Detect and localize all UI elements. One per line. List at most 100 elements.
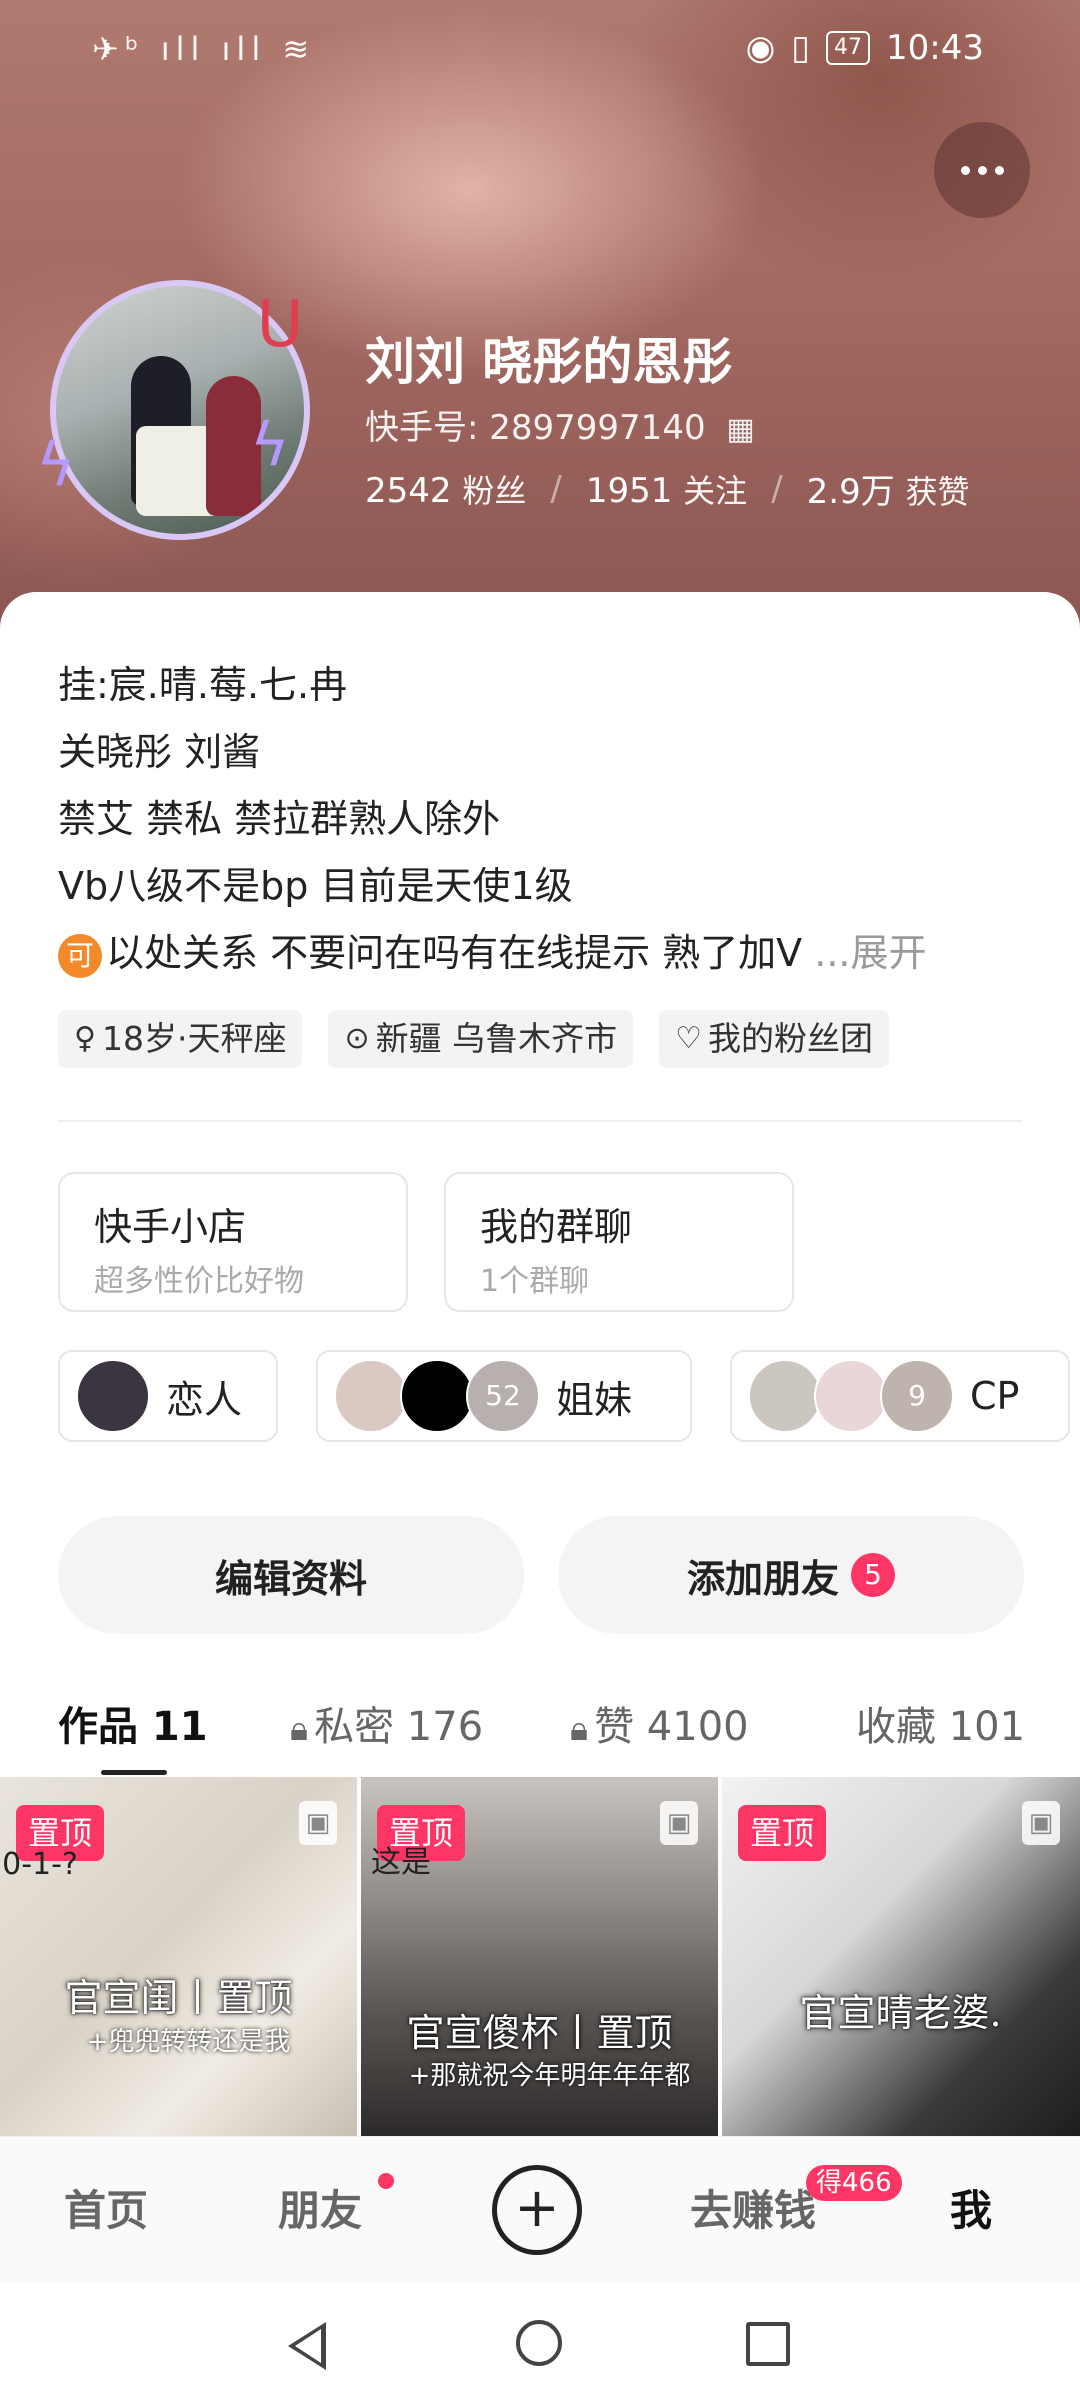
following-stat[interactable]: 1951 关注 (586, 466, 747, 512)
shop-subtitle: 超多性价比好物 (94, 1264, 304, 1299)
time: 10:43 (886, 28, 984, 68)
tag-location[interactable]: ⊙ 新疆 乌鲁木齐市 (328, 1010, 634, 1068)
content-tabs: 作品 11 🔒︎ 私密 176 🔒︎ 赞 4100 收藏 101 (0, 1682, 1080, 1782)
add-friend-button[interactable]: 添加朋友 5 (558, 1516, 1024, 1634)
add-friend-label: 添加朋友 (686, 1556, 839, 1601)
post-corner-text: 0-1-? (2, 1847, 78, 1882)
relation-cp[interactable]: 9 CP (730, 1350, 1070, 1442)
relation-lover[interactable]: 恋人 (58, 1350, 278, 1442)
profile-stats: 2542 粉丝 / 1951 关注 / 2.9万 获赞 (365, 464, 970, 513)
back-icon[interactable] (288, 2322, 326, 2370)
lock-icon: 🔒︎ (290, 1709, 309, 1749)
shop-title: 快手小店 (94, 1205, 247, 1249)
likes-stat[interactable]: 2.9万 获赞 (807, 464, 970, 513)
tag-label: 18岁·天秤座 (101, 1019, 287, 1058)
post-caption: 官宣闺丨置顶 (64, 1976, 293, 2020)
magnet-icon: U (256, 288, 304, 362)
home-icon[interactable] (516, 2320, 562, 2366)
group-chat-subtitle: 1个群聊 (480, 1264, 590, 1299)
tag-label: 新疆 乌鲁木齐市 (375, 1019, 618, 1058)
add-friend-badge: 5 (851, 1553, 895, 1597)
tab-private[interactable]: 🔒︎ 私密 176 (290, 1682, 483, 1772)
post-corner-text: 这是 (371, 1845, 431, 1880)
post-caption: 官宣晴老婆. (799, 1991, 1002, 2035)
bottom-nav: 首页 朋友 + 去赚钱 得466 我 (0, 2136, 1080, 2285)
tag-fan-club[interactable]: ♡ 我的粉丝团 (659, 1010, 890, 1068)
pinned-badge: 置顶 (738, 1805, 827, 1861)
tab-likes[interactable]: 🔒︎ 赞 4100 (570, 1682, 749, 1772)
create-post-button[interactable]: + (492, 2165, 582, 2255)
relation-label: 姐妹 (556, 1377, 633, 1422)
followers-label: 粉丝 (462, 471, 527, 510)
system-nav-bar (0, 2284, 1080, 2400)
more-dot-icon (994, 165, 1004, 175)
stat-separator: / (550, 468, 562, 509)
tab-label: 私密 176 (314, 1704, 484, 1750)
nav-earn[interactable]: 去赚钱 (690, 2177, 816, 2238)
vibrate-icon: ▯ (791, 28, 811, 68)
likes-label: 获赞 (905, 473, 970, 511)
relation-label: 恋人 (166, 1377, 243, 1422)
avatar-container[interactable]: U ϟ ϟ (36, 280, 330, 540)
image-icon: ▣ (660, 1801, 698, 1845)
following-label: 关注 (683, 471, 748, 510)
tab-favorites[interactable]: 收藏 101 (856, 1682, 1025, 1772)
status-bar: ✈ᵇ ıll ıll ≋ ◉ ▯ 47 10:43 (0, 0, 1080, 100)
post-thumbnail[interactable]: 置顶 ▣ 0-1-? 官宣闺丨置顶 +兜兜转转还是我 (0, 1777, 357, 2137)
bio-line: 关晓彤 刘酱 (58, 730, 261, 774)
lightning-icon: ϟ (250, 410, 290, 480)
nav-home[interactable]: 首页 (64, 2177, 148, 2238)
bio-line-last: 可以处关系 不要问在吗有在线提示 熟了加V ...展开 (58, 920, 1038, 987)
kuaishou-id-text: 快手号: 2897997140 (365, 408, 706, 448)
likes-count: 2.9万 (806, 472, 895, 512)
tab-works[interactable]: 作品 11 (58, 1682, 208, 1772)
post-caption: 官宣傻杯丨置顶 (406, 2011, 673, 2055)
nav-me[interactable]: 我 (950, 2177, 992, 2238)
group-chat-card[interactable]: 我的群聊 1个群聊 (444, 1172, 794, 1312)
recent-apps-icon[interactable] (746, 2322, 790, 2366)
post-thumbnail[interactable]: 置顶 ▣ 这是 官宣傻杯丨置顶 +那就祝今年明年年年都 (361, 1777, 718, 2137)
more-dot-icon (977, 165, 987, 175)
bio-line: 禁艾 禁私 禁拉群熟人除外 (58, 797, 501, 841)
tab-underline (101, 1770, 167, 1775)
avatar (814, 1359, 888, 1433)
nav-friends[interactable]: 朋友 (278, 2177, 362, 2238)
avatar (400, 1359, 474, 1433)
signal-indicators: ✈ᵇ ıll ıll ≋ (92, 30, 316, 68)
followers-count: 2542 (365, 470, 452, 511)
lightning-icon: ϟ (36, 430, 76, 500)
qr-code-icon[interactable]: ▦ (726, 412, 754, 447)
following-count: 1951 (585, 470, 673, 511)
bio-line: Vb八级不是bp 目前是天使1级 (58, 864, 573, 908)
expand-link[interactable]: ...展开 (814, 931, 926, 975)
relation-sisters[interactable]: 52 姐妹 (316, 1350, 692, 1442)
relation-label: CP (970, 1374, 1020, 1418)
emoji-icon: 可 (58, 933, 102, 978)
image-icon: ▣ (299, 1801, 337, 1845)
group-chat-title: 我的群聊 (480, 1205, 633, 1249)
location-icon: ⊙ (344, 1021, 370, 1056)
tag-age[interactable]: ♀ 18岁·天秤座 (58, 1010, 303, 1068)
post-thumbnail[interactable]: 置顶 ▣ 官宣晴老婆. (722, 1777, 1080, 2137)
tab-label: 作品 11 (58, 1704, 208, 1750)
bio-line: 以处关系 不要问在吗有在线提示 熟了加V (106, 931, 803, 975)
status-right: ◉ ▯ 47 10:43 (746, 28, 984, 68)
kuaishou-id[interactable]: 快手号: 2897997140 ▦ (365, 400, 755, 449)
edit-profile-label: 编辑资料 (214, 1556, 367, 1601)
shop-card[interactable]: 快手小店 超多性价比好物 (58, 1172, 408, 1312)
avatar (334, 1359, 408, 1433)
battery-indicator: 47 (826, 31, 871, 65)
edit-profile-button[interactable]: 编辑资料 (58, 1516, 524, 1634)
bio[interactable]: 挂:宸.晴.莓.七.冉 关晓彤 刘酱 禁艾 禁私 禁拉群熟人除外 Vb八级不是b… (58, 652, 1038, 987)
profile-name: 刘刘 晓彤的恩彤 (365, 333, 733, 391)
bio-line: 挂:宸.晴.莓.七.冉 (58, 663, 348, 707)
avatar-count: 52 (466, 1359, 540, 1433)
earn-badge: 得466 (806, 2165, 902, 2201)
profile-banner[interactable]: ✈ᵇ ıll ıll ≋ ◉ ▯ 47 10:43 U ϟ ϟ 刘刘 晓彤的恩彤… (0, 0, 1080, 640)
followers-stat[interactable]: 2542 粉丝 (365, 466, 526, 512)
avatar (76, 1359, 150, 1433)
post-subcaption: +那就祝今年明年年年都 (408, 2061, 691, 2091)
female-icon: ♀ (74, 1021, 96, 1056)
divider (58, 1120, 1022, 1122)
more-options-button[interactable] (934, 122, 1030, 218)
